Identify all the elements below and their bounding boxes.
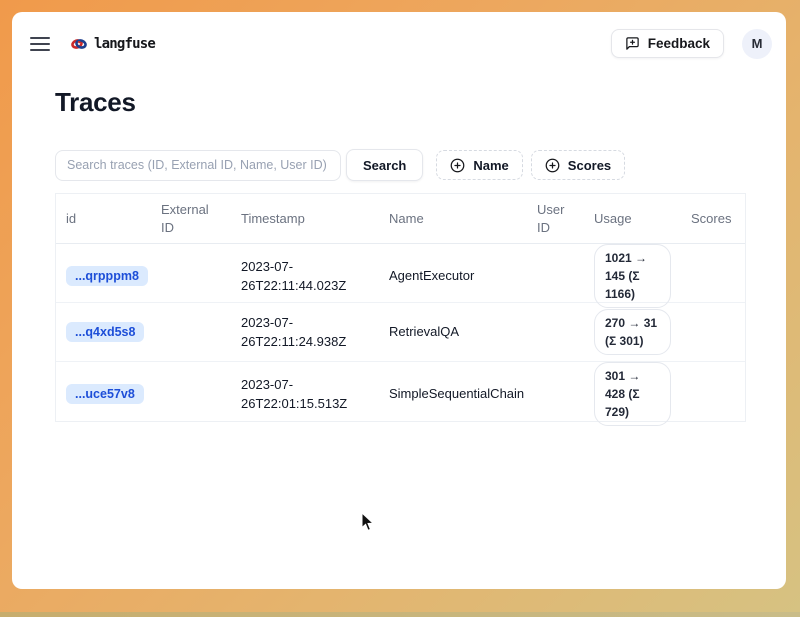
table-row: ...qrpppm8 2023-07-26T22:11:44.023Z Agen… xyxy=(56,244,745,303)
name-cell: AgentExecutor xyxy=(379,266,527,286)
table-row: ...q4xd5s8 2023-07-26T22:11:24.938Z Retr… xyxy=(56,303,745,362)
column-header-user-id: User ID xyxy=(527,194,584,243)
name-cell: SimpleSequentialChain xyxy=(379,384,527,404)
avatar[interactable]: M xyxy=(742,29,772,59)
scores-filter-label: Scores xyxy=(568,158,611,173)
table-header-row: id External ID Timestamp Name User ID Us… xyxy=(56,194,745,244)
trace-id-link[interactable]: ...uce57v8 xyxy=(66,384,144,404)
name-cell: RetrievalQA xyxy=(379,322,527,342)
traces-table: id External ID Timestamp Name User ID Us… xyxy=(55,193,746,422)
trace-id-link[interactable]: ...q4xd5s8 xyxy=(66,322,144,342)
table-row: ...uce57v8 2023-07-26T22:01:15.513Z Simp… xyxy=(56,362,745,421)
column-header-external-id: External ID xyxy=(151,194,231,243)
top-bar-right: Feedback M xyxy=(611,29,772,59)
search-button[interactable]: Search xyxy=(346,149,423,181)
column-header-usage: Usage xyxy=(584,203,681,235)
column-header-id: id xyxy=(56,203,151,235)
plus-circle-icon xyxy=(545,158,560,173)
name-filter-label: Name xyxy=(473,158,508,173)
usage-badge: 270 → 31 (Σ 301) xyxy=(594,309,671,355)
usage-badge: 301 → 428 (Σ 729) xyxy=(594,362,671,426)
page-title: Traces xyxy=(55,87,743,118)
top-bar: langfuse Feedback M xyxy=(12,12,786,62)
desktop-frame: { "header": { "logo_text": "langfuse", "… xyxy=(0,0,800,617)
column-header-name: Name xyxy=(379,203,527,235)
main-content: Traces Search Name Scores xyxy=(12,87,786,422)
usage-badge: 1021 → 145 (Σ 1166) xyxy=(594,244,671,308)
scores-filter-button[interactable]: Scores xyxy=(531,150,625,180)
feedback-label: Feedback xyxy=(648,36,710,51)
plus-circle-icon xyxy=(450,158,465,173)
column-header-timestamp: Timestamp xyxy=(231,203,379,235)
knot-icon xyxy=(71,36,87,52)
timestamp-cell: 2023-07-26T22:11:24.938Z xyxy=(231,313,379,352)
timestamp-cell: 2023-07-26T22:01:15.513Z xyxy=(231,375,379,414)
logo-text: langfuse xyxy=(94,36,155,52)
timestamp-cell: 2023-07-26T22:11:44.023Z xyxy=(231,257,379,296)
frame-bottom-edge xyxy=(0,612,800,617)
top-bar-left: langfuse xyxy=(30,36,155,52)
column-header-scores: Scores xyxy=(681,203,747,235)
search-input[interactable] xyxy=(55,150,341,181)
menu-icon[interactable] xyxy=(30,37,50,51)
feedback-button[interactable]: Feedback xyxy=(611,29,724,58)
name-filter-button[interactable]: Name xyxy=(436,150,522,180)
message-plus-icon xyxy=(625,36,640,51)
controls-row: Search Name Scores xyxy=(55,149,743,181)
langfuse-logo[interactable]: langfuse xyxy=(71,36,155,52)
app-window: langfuse Feedback M Traces xyxy=(12,12,786,589)
trace-id-link[interactable]: ...qrpppm8 xyxy=(66,266,148,286)
avatar-initial: M xyxy=(752,36,763,51)
